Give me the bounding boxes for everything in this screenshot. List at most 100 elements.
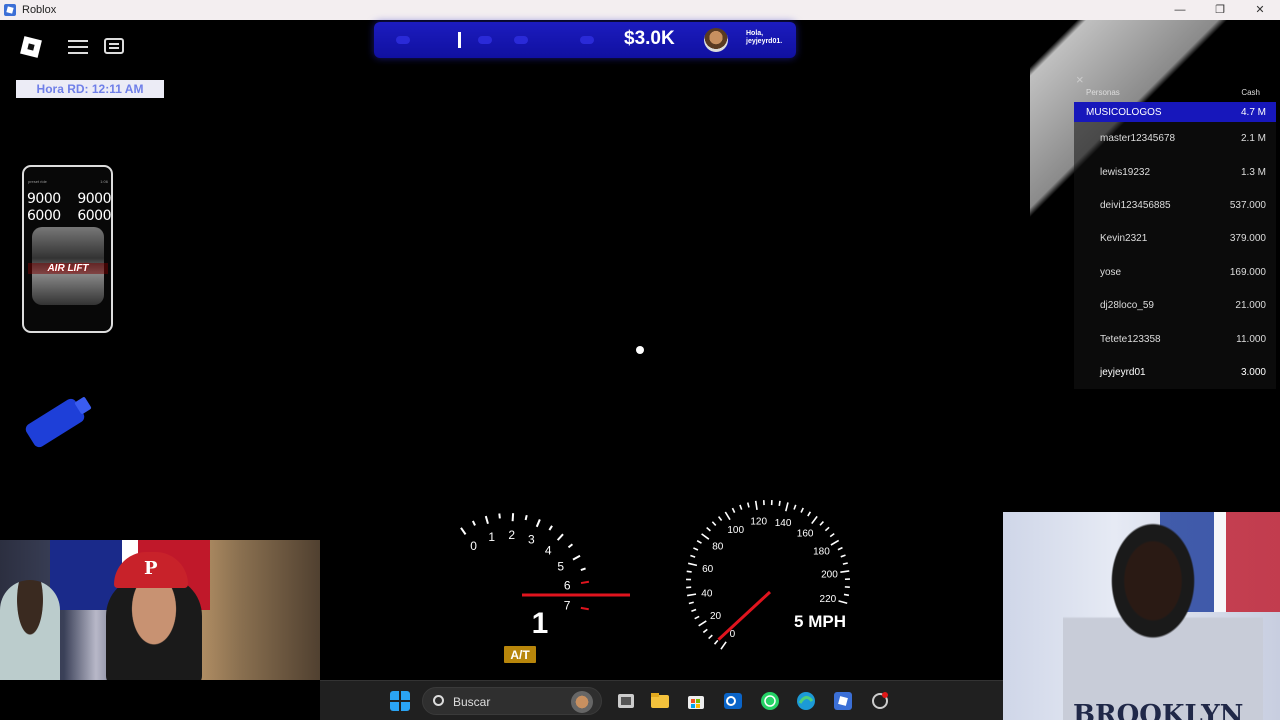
outlook-icon[interactable] [723,691,743,711]
speedo-tick [702,628,708,634]
speedo-tick [778,500,781,506]
speedo-label: 180 [813,547,830,558]
edge-icon[interactable] [796,691,816,711]
player-name: dj28loco_59 [1100,300,1154,312]
player-name: yose [1100,266,1122,278]
player-name: master12345678 [1100,133,1176,145]
player-cash: 2.1 M [1240,133,1266,145]
transmission-mode: A/T [510,648,530,662]
speedo-label: 20 [710,611,722,622]
dashboard-gauges: 01 2 345671A/T 020406080100120 140160180200… [460,500,850,663]
tach-tick [572,554,581,561]
window-title: Roblox [22,4,57,16]
team-row[interactable]: MUSICOLOGOS 4.7 M [1074,102,1276,122]
leaderboard-row[interactable]: Tetete123358 11.000 [1074,322,1276,356]
hud-dot-icon[interactable] [396,36,410,44]
speedo-tick [724,511,731,521]
leaderboard-row[interactable]: deivi123456885 537.000 [1074,188,1276,223]
player-cash: 3.000 [1240,366,1266,378]
pressure-value[interactable]: 6000 [69,208,111,225]
gear-indicator: 1 [532,607,549,640]
hud-dot-icon[interactable] [580,36,594,44]
greeting: Hola, jeyjeyrd01. [746,30,782,46]
leaderboard: Personas Cash MUSICOLOGOS 4.7 M master12… [1074,86,1276,390]
hud-divider [458,32,461,48]
speedo-tick [698,620,707,627]
col-cash: Cash [1241,88,1260,97]
speedo-tick [829,532,835,538]
phone-status-bar: preset ride 1:06 [28,179,108,184]
hud-dot-icon[interactable] [478,36,492,44]
greeting-line-2: jeyjeyrd01. [746,38,783,45]
speedo-tick [731,507,736,513]
speedo-tick [840,570,850,573]
leaderboard-row[interactable]: yose 169.000 [1074,255,1276,289]
top-hud-bar: $3.0K Hola, jeyjeyrd01. [374,22,796,58]
windows-start-icon[interactable] [390,691,410,711]
search-label: Buscar [453,695,491,709]
speedo-label: 60 [702,564,714,575]
leaderboard-close-icon[interactable]: × [1076,72,1084,87]
speedo-tick [840,554,846,558]
speedo-tick [690,554,696,558]
restore-button[interactable]: ❐ [1200,0,1240,20]
player-cash: 169.000 [1229,266,1266,278]
leaderboard-row[interactable]: lewis19232 1.3 M [1074,155,1276,189]
phone-suspension-widget[interactable]: preset ride 1:06 9000 9000 6000 6000 AIR… [22,165,113,333]
leaderboard-row[interactable]: master12345678 2.1 M [1074,122,1276,156]
whatsapp-icon[interactable] [760,691,780,711]
close-button[interactable]: ✕ [1240,0,1280,20]
player-name: jeyjeyrd01 [1100,366,1146,378]
tach-label: 4 [545,544,552,558]
speedo-tick [686,570,692,573]
webcam-right: BROOKLYN [1003,512,1280,720]
speedo-tick [807,511,812,517]
speedo-tick [701,533,710,540]
chat-icon[interactable] [104,38,124,54]
speedo-tick [838,600,848,604]
minimize-button[interactable]: — [1160,0,1200,20]
hud-dot-icon[interactable] [514,36,528,44]
tach-tick [498,513,501,519]
pressure-value[interactable]: 9000 [69,191,111,208]
windows-taskbar: Buscar [320,680,1003,720]
speedo-tick [784,502,789,512]
player-cash: 21.000 [1235,300,1266,312]
speedo-tick [720,641,727,650]
leaderboard-row[interactable]: dj28loco_59 21.000 [1074,288,1276,323]
file-explorer-icon[interactable] [650,691,670,711]
roblox-taskbar-icon[interactable] [833,691,853,711]
leaderboard-row[interactable]: Kevin2321 379.000 [1074,222,1276,256]
player-name: Tetete123358 [1100,333,1161,345]
speedo-tick [837,546,843,551]
tach-tick [484,515,489,525]
webcam-person [1063,522,1263,720]
leaderboard-row[interactable]: jeyjeyrd01 3.000 [1074,355,1276,390]
speedo-label: 120 [750,517,767,528]
cap-letter: P [144,558,158,579]
task-view-icon[interactable] [616,691,636,711]
phone-status-left: preset ride [28,179,47,184]
pressure-value[interactable]: 9000 [27,191,69,208]
phone-brand-logo: AIR LIFT [28,263,108,274]
player-name: Kevin2321 [1100,233,1148,245]
player-cash: 537.000 [1229,199,1266,211]
speedo-label: 100 [727,525,744,536]
speedo-tick [717,516,723,522]
pressure-values: 9000 9000 6000 6000 [27,191,111,225]
hamburger-menu-icon[interactable] [68,40,88,54]
tach-tick [471,520,476,526]
taskbar-search[interactable]: Buscar [422,687,602,715]
speedo-tick [711,521,717,526]
speedo-tick [694,615,700,620]
speedo-tick [691,608,697,613]
avatar[interactable] [704,28,728,52]
speedo-tick [713,639,719,645]
speedo-label: 220 [820,594,837,605]
store-icon[interactable] [686,691,706,711]
settings-icon[interactable] [870,691,890,711]
pressure-value[interactable]: 6000 [27,208,69,225]
tach-label: 6 [564,578,571,592]
speedo-tick [708,634,713,640]
speedo-label: 140 [775,518,792,529]
